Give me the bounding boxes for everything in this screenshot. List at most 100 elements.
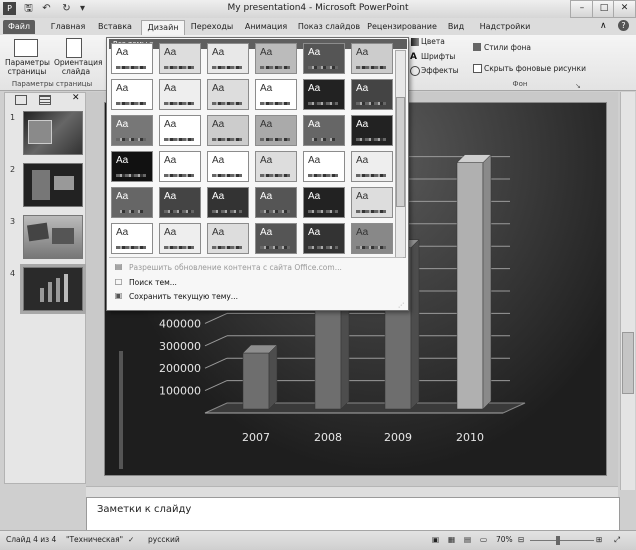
fit-to-window-icon[interactable]: ⤢: [614, 535, 620, 545]
theme-tile[interactable]: Aa: [207, 151, 249, 182]
theme-tile[interactable]: Aa: [159, 115, 201, 146]
selection-handle[interactable]: [119, 351, 123, 469]
zoom-level[interactable]: 70%: [496, 535, 513, 544]
tab-review[interactable]: Рецензирование: [366, 20, 438, 34]
theme-tile[interactable]: Aa: [111, 43, 153, 74]
theme-tile[interactable]: Aa: [207, 115, 249, 146]
slide-sorter-icon[interactable]: ▦: [448, 535, 455, 544]
tab-insert[interactable]: Вставка: [93, 20, 137, 34]
theme-tile[interactable]: Aa: [111, 79, 153, 110]
title-bar: P 🖫 ↶ ↻ ▾ My presentation4 - Microsoft P…: [0, 0, 636, 19]
orientation-button[interactable]: Ориентация слайда: [54, 58, 103, 76]
outline-view-icon[interactable]: [39, 95, 51, 105]
bg-styles-button[interactable]: Стили фона: [484, 43, 531, 52]
theme-tile[interactable]: Aa: [111, 223, 153, 254]
slide-thumbnail-4[interactable]: [20, 264, 86, 314]
reading-view-icon[interactable]: ▤: [464, 535, 471, 544]
gallery-scroll-thumb[interactable]: [396, 97, 405, 207]
close-button[interactable]: ✕: [613, 0, 636, 18]
theme-tile[interactable]: Aa: [351, 151, 393, 182]
theme-tile[interactable]: Aa: [351, 79, 393, 110]
theme-tile[interactable]: Aa: [351, 187, 393, 218]
theme-tile[interactable]: Aa: [303, 151, 345, 182]
notes-placeholder: Заметки к слайду: [97, 504, 192, 515]
theme-tile[interactable]: Aa: [111, 151, 153, 182]
theme-tile[interactable]: Aa: [159, 223, 201, 254]
gallery-scrollbar[interactable]: [395, 50, 406, 258]
save-theme-item[interactable]: Сохранить текущую тему...: [129, 292, 238, 301]
dialog-launcher-icon[interactable]: ↘: [575, 82, 581, 90]
theme-tile[interactable]: Aa: [255, 151, 297, 182]
theme-name[interactable]: "Техническая": [66, 535, 123, 544]
zoom-slider[interactable]: [530, 540, 594, 541]
effects-button[interactable]: Эффекты: [421, 66, 459, 75]
theme-tile[interactable]: Aa: [303, 187, 345, 218]
close-panel-icon[interactable]: ✕: [72, 93, 80, 103]
theme-color-swatch: [212, 102, 242, 105]
update-content-item[interactable]: Разрешить обновление контента с сайта Of…: [129, 263, 342, 272]
theme-tile[interactable]: Aa: [111, 187, 153, 218]
colors-button[interactable]: Цвета: [421, 37, 445, 46]
theme-preview-text: Aa: [260, 119, 273, 130]
tab-design[interactable]: Дизайн: [141, 20, 185, 36]
page-setup-button[interactable]: Параметры страницы: [5, 58, 50, 76]
theme-tile[interactable]: Aa: [303, 115, 345, 146]
theme-tile[interactable]: Aa: [207, 223, 249, 254]
theme-tile[interactable]: Aa: [159, 79, 201, 110]
zoom-out-icon[interactable]: ⊟: [518, 535, 524, 544]
slides-view-icon[interactable]: [15, 95, 27, 105]
normal-view-icon[interactable]: ▣: [432, 535, 439, 544]
minimize-button[interactable]: –: [570, 0, 594, 18]
theme-tile[interactable]: Aa: [303, 223, 345, 254]
search-themes-item[interactable]: Поиск тем...: [129, 278, 177, 287]
vertical-scrollbar[interactable]: [620, 92, 635, 490]
zoom-slider-thumb[interactable]: [556, 536, 560, 545]
language[interactable]: русский: [148, 535, 180, 544]
theme-tile[interactable]: Aa: [351, 43, 393, 74]
theme-color-swatch: [260, 102, 290, 105]
theme-tile[interactable]: Aa: [255, 79, 297, 110]
theme-tile[interactable]: Aa: [255, 43, 297, 74]
slide-thumbnail-3[interactable]: [23, 215, 83, 259]
spelling-icon[interactable]: ✓: [128, 535, 134, 544]
theme-tile[interactable]: Aa: [111, 115, 153, 146]
tab-view[interactable]: Вид: [442, 20, 470, 34]
tab-home[interactable]: Главная: [46, 20, 90, 34]
theme-preview-text: Aa: [356, 155, 369, 166]
theme-tile[interactable]: Aa: [159, 151, 201, 182]
resize-grip-icon[interactable]: ⋰: [398, 302, 404, 309]
minimize-ribbon-icon[interactable]: ∧: [600, 21, 607, 31]
theme-tile[interactable]: Aa: [303, 43, 345, 74]
theme-tile[interactable]: Aa: [159, 187, 201, 218]
tab-animation[interactable]: Анимация: [241, 20, 291, 34]
theme-tile[interactable]: Aa: [303, 79, 345, 110]
tab-file[interactable]: Файл: [3, 20, 35, 34]
tab-transitions[interactable]: Переходы: [187, 20, 237, 34]
theme-tile[interactable]: Aa: [255, 115, 297, 146]
hide-bg-checkbox[interactable]: [473, 64, 482, 73]
orientation-icon: [66, 38, 82, 58]
theme-tile[interactable]: Aa: [351, 223, 393, 254]
theme-tile[interactable]: Aa: [207, 187, 249, 218]
zoom-in-icon[interactable]: ⊞: [596, 535, 602, 544]
theme-tile[interactable]: Aa: [207, 43, 249, 74]
fonts-button[interactable]: Шрифты: [421, 52, 455, 61]
theme-color-swatch: [164, 174, 194, 177]
help-icon[interactable]: ?: [618, 20, 629, 31]
theme-tile[interactable]: Aa: [255, 223, 297, 254]
theme-tile[interactable]: Aa: [351, 115, 393, 146]
slide-thumbnail-2[interactable]: [23, 163, 83, 207]
theme-tile[interactable]: Aa: [207, 79, 249, 110]
theme-tile[interactable]: Aa: [255, 187, 297, 218]
splitter[interactable]: [86, 486, 618, 497]
notes-pane[interactable]: Заметки к слайду: [86, 497, 620, 531]
theme-tile[interactable]: Aa: [159, 43, 201, 74]
slideshow-icon[interactable]: ▭: [480, 535, 487, 544]
theme-preview-text: Aa: [164, 227, 177, 238]
theme-color-swatch: [356, 102, 386, 105]
tab-slideshow[interactable]: Показ слайдов: [296, 20, 362, 34]
tab-addins[interactable]: Надстройки: [476, 20, 534, 34]
theme-preview-text: Aa: [116, 119, 129, 130]
slide-thumbnail-1[interactable]: [23, 111, 83, 155]
scroll-thumb[interactable]: [622, 332, 634, 394]
